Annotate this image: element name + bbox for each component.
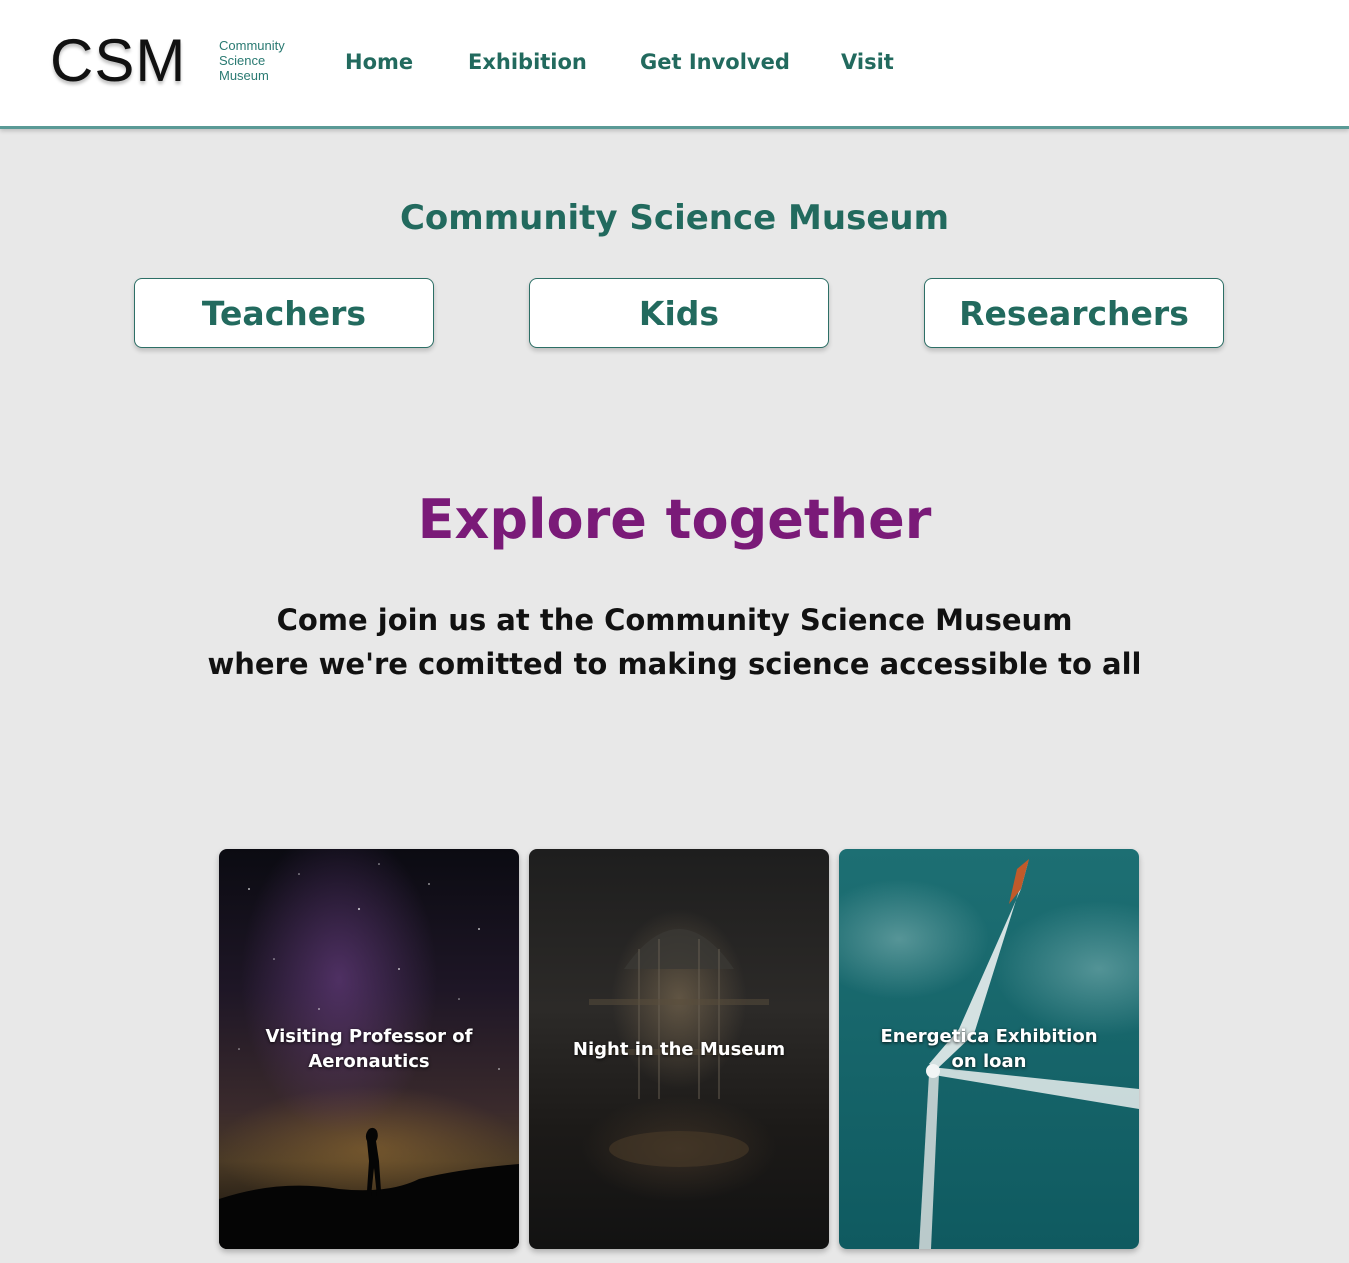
kids-button[interactable]: Kids [529,278,829,348]
nav-exhibition[interactable]: Exhibition [468,44,587,80]
hero-text: Come join us at the Community Science Mu… [0,598,1349,686]
hero-line: where we're comitted to making science a… [207,647,1142,681]
logo-subtitle: Community Science Museum [219,38,285,83]
hero-line: Come join us at the Community Science Mu… [276,603,1073,637]
hero-title: Explore together [417,488,932,551]
teachers-button[interactable]: Teachers [134,278,434,348]
logo-subtitle-line: Science [219,53,266,68]
event-card-aeronautics[interactable]: Visiting Professor of Aeronautics [219,849,519,1249]
card-title: Energetica Exhibition on loan [880,1026,1098,1072]
card-title: Visiting Professor of Aeronautics [265,1026,473,1072]
researchers-button[interactable]: Researchers [924,278,1224,348]
nav-get-involved[interactable]: Get Involved [640,44,790,80]
event-card-energetica[interactable]: Energetica Exhibition on loan [839,849,1139,1249]
nav-home[interactable]: Home [345,44,413,80]
site-header: CSM Community Science Museum Home Exhibi… [0,0,1349,129]
logo[interactable]: CSM [50,26,186,96]
card-title: Night in the Museum [572,1038,786,1060]
page-title: Community Science Museum [399,198,950,238]
logo-subtitle-line: Museum [219,68,269,83]
event-card-night-museum[interactable]: Night in the Museum [529,849,829,1249]
logo-subtitle-line: Community [219,38,285,53]
nav-visit[interactable]: Visit [841,44,894,80]
